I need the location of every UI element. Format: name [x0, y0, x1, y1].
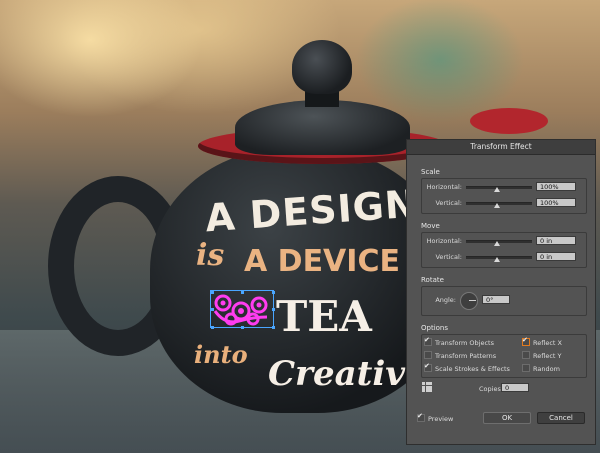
- checkbox-checked-icon: [417, 412, 425, 422]
- lettering-line-4-small: into: [194, 340, 248, 369]
- options-group: Transform Objects Transform Patterns Sca…: [421, 334, 587, 378]
- move-group: Horizontal: 0 in Vertical: 0 in: [421, 232, 587, 268]
- transform-patterns-label: Transform Patterns: [435, 352, 497, 360]
- scale-vertical-thumb[interactable]: [494, 203, 500, 208]
- scale-section-title: Scale: [421, 168, 440, 176]
- dialog-title[interactable]: Transform Effect: [407, 140, 595, 155]
- reflect-y-checkbox[interactable]: Reflect Y: [522, 351, 561, 360]
- reflect-x-label: Reflect X: [533, 339, 562, 347]
- swirl-ornament-icon: [211, 291, 275, 329]
- move-vertical-thumb[interactable]: [494, 257, 500, 262]
- reference-point-icon[interactable]: [422, 382, 432, 392]
- lettering-line-2-small: is: [196, 238, 225, 273]
- rotate-angle-field[interactable]: 0°: [482, 295, 510, 304]
- rotate-section-title: Rotate: [421, 276, 444, 284]
- copies-field[interactable]: 0: [501, 383, 529, 392]
- angle-dial-icon[interactable]: [460, 292, 478, 310]
- preview-label: Preview: [428, 415, 454, 423]
- scale-strokes-checkbox[interactable]: Scale Strokes & Effects: [424, 362, 510, 373]
- selected-ornament[interactable]: [210, 290, 275, 329]
- preview-checkbox[interactable]: Preview: [417, 412, 454, 423]
- scale-horizontal-label: Horizontal:: [426, 183, 462, 191]
- transform-patterns-checkbox[interactable]: Transform Patterns: [424, 351, 496, 360]
- move-vertical-field[interactable]: 0 in: [536, 252, 576, 261]
- checkbox-checked-icon: [424, 362, 432, 372]
- scale-horizontal-field[interactable]: 100%: [536, 182, 576, 191]
- move-horizontal-field[interactable]: 0 in: [536, 236, 576, 245]
- random-label: Random: [533, 365, 560, 373]
- move-vertical-label: Vertical:: [435, 253, 462, 261]
- checkbox-checked-icon: [424, 336, 432, 346]
- reflect-y-label: Reflect Y: [533, 352, 562, 360]
- random-checkbox[interactable]: Random: [522, 364, 560, 373]
- scale-horizontal-thumb[interactable]: [494, 187, 500, 192]
- move-horizontal-thumb[interactable]: [494, 241, 500, 246]
- checkbox-unchecked-icon: [522, 351, 530, 359]
- transform-objects-label: Transform Objects: [435, 339, 494, 347]
- teapot-lid-knob: [292, 40, 352, 94]
- reflect-x-checkbox[interactable]: Reflect X: [522, 336, 562, 347]
- options-section-title: Options: [421, 324, 449, 332]
- checkbox-unchecked-icon: [522, 364, 530, 372]
- move-section-title: Move: [421, 222, 440, 230]
- scale-vertical-field[interactable]: 100%: [536, 198, 576, 207]
- scale-group: Horizontal: 100% Vertical: 100%: [421, 178, 587, 214]
- transform-objects-checkbox[interactable]: Transform Objects: [424, 336, 494, 347]
- checkbox-checked-icon: [522, 336, 530, 346]
- ok-button[interactable]: OK: [483, 412, 531, 424]
- scale-strokes-label: Scale Strokes & Effects: [435, 365, 510, 373]
- lettering-line-2: A DEVICE: [244, 244, 400, 279]
- teapot-lid: [235, 100, 410, 155]
- checkbox-unchecked-icon: [424, 351, 432, 359]
- scale-vertical-label: Vertical:: [435, 199, 462, 207]
- move-horizontal-label: Horizontal:: [426, 237, 462, 245]
- rotate-group: Angle: 0°: [421, 286, 587, 316]
- transform-effect-dialog: Transform Effect Scale Horizontal: 100% …: [406, 139, 596, 445]
- rotate-angle-label: Angle:: [435, 296, 456, 304]
- cancel-button[interactable]: Cancel: [537, 412, 585, 424]
- teapot-spout: [470, 108, 548, 134]
- copies-label: Copies: [479, 385, 501, 393]
- lettering-line-3: TEA: [276, 292, 372, 341]
